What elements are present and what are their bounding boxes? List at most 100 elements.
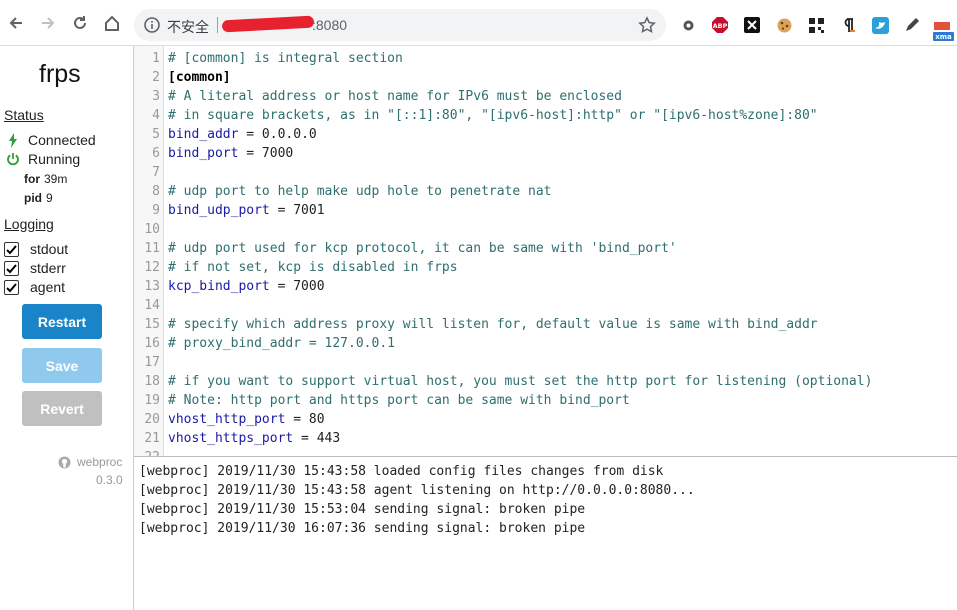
forward-button[interactable] — [37, 12, 59, 34]
bookmark-star-icon[interactable] — [638, 16, 656, 34]
github-icon — [58, 456, 71, 468]
config-comment: # if you want to support virtual host, y… — [168, 374, 873, 389]
code-line[interactable]: 3 # A literal address or host name for IP… — [134, 87, 957, 106]
config-comment: # udp port used for kcp protocol, it can… — [168, 241, 677, 256]
xma-extension-icon[interactable]: xma — [932, 20, 954, 42]
revert-button[interactable]: Revert — [22, 391, 102, 426]
code-line[interactable]: 6 bind_port = 7000 — [134, 144, 957, 163]
stdout-label: stdout — [30, 241, 69, 257]
uptime-row: for 39m — [24, 172, 67, 186]
code-line[interactable]: 8 # udp port to help make udp hole to pen… — [134, 182, 957, 201]
x-extension-icon[interactable] — [743, 16, 761, 34]
connected-label: Connected — [28, 132, 96, 148]
pen-icon[interactable] — [903, 16, 921, 34]
line-number: 21 — [144, 431, 160, 446]
config-entry: vhost_https_port = 443 — [168, 429, 340, 448]
line-number: 1 — [152, 51, 160, 66]
uptime-value: 39m — [44, 172, 68, 186]
log-line: [webproc] 2019/11/30 16:07:36 sending si… — [139, 521, 586, 536]
code-line[interactable]: 9 bind_udp_port = 7001 — [134, 201, 957, 220]
webproc-link[interactable]: webproc — [58, 455, 122, 469]
stderr-checkbox[interactable] — [4, 260, 19, 276]
config-comment: # Note: http port and https port can be … — [168, 393, 630, 408]
pid-value: 9 — [46, 191, 53, 205]
code-line[interactable]: 13 kcp_bind_port = 7000 — [134, 277, 957, 296]
code-line[interactable]: 19 # Note: http port and https port can b… — [134, 391, 957, 410]
code-line[interactable]: 5 bind_addr = 0.0.0.0 — [134, 125, 957, 144]
config-value: = 443 — [293, 431, 341, 446]
code-line[interactable]: 12 # if not set, kcp is disabled in frps — [134, 258, 957, 277]
code-line[interactable]: 2 [common] — [134, 68, 957, 87]
log-output: [webproc] 2019/11/30 15:43:58 loaded con… — [134, 456, 957, 610]
line-number: 6 — [152, 146, 160, 161]
cookie-icon[interactable] — [775, 16, 793, 34]
info-icon[interactable] — [143, 16, 161, 34]
address-bar[interactable]: 不安全 :8080 — [134, 9, 666, 41]
status-heading: Status — [4, 107, 44, 123]
config-comment: # in square brackets, as in "[::1]:80", … — [168, 108, 818, 123]
qr-code-icon[interactable] — [807, 16, 825, 34]
home-button[interactable] — [101, 12, 123, 34]
settings-extension-icon[interactable] — [679, 16, 697, 34]
log-line: [webproc] 2019/11/30 15:53:04 sending si… — [139, 502, 586, 517]
line-number: 10 — [144, 222, 160, 237]
checkmark-icon — [6, 244, 17, 254]
code-line[interactable]: 14 — [134, 296, 957, 315]
config-entry: kcp_bind_port = 7000 — [168, 277, 325, 296]
line-number: 3 — [152, 89, 160, 104]
url-port: :8080 — [312, 17, 348, 33]
config-comment: # A literal address or host name for IPv… — [168, 89, 622, 104]
bird-extension-icon[interactable] — [871, 16, 889, 34]
agent-checkbox[interactable] — [4, 279, 19, 295]
webproc-name: webproc — [77, 455, 123, 469]
config-value: = 80 — [285, 412, 325, 427]
code-line[interactable]: 10 — [134, 220, 957, 239]
config-entry: bind_udp_port = 7001 — [168, 201, 325, 220]
app-logo: frps — [39, 60, 81, 88]
config-key: bind_port — [168, 146, 239, 161]
config-comment: # specify which address proxy will liste… — [168, 317, 818, 332]
line-number: 4 — [152, 108, 160, 123]
forward-arrow-icon — [42, 17, 55, 29]
agent-checkbox-row[interactable]: agent — [4, 279, 65, 295]
code-line[interactable]: 11 # udp port used for kcp protocol, it c… — [134, 239, 957, 258]
line-number: 15 — [144, 317, 160, 332]
stdout-checkbox[interactable] — [4, 241, 19, 257]
config-editor[interactable]: 1 # [common] is integral section 2 [common]… — [134, 46, 957, 456]
stderr-checkbox-row[interactable]: stderr — [4, 260, 66, 276]
adblock-plus-icon[interactable]: ABP — [711, 16, 729, 34]
code-line[interactable]: 17 — [134, 353, 957, 372]
config-key: vhost_http_port — [168, 412, 286, 427]
code-line[interactable]: 22 — [134, 448, 957, 456]
config-entry: bind_addr = 0.0.0.0 — [168, 125, 317, 144]
code-line[interactable]: 18 # if you want to support virtual host,… — [134, 372, 957, 391]
config-key: bind_udp_port — [168, 203, 270, 218]
code-line[interactable]: 15 # specify which address proxy will lis… — [134, 315, 957, 334]
code-line[interactable]: 1 # [common] is integral section — [134, 49, 957, 68]
back-arrow-icon — [9, 17, 22, 29]
code-line[interactable]: 16 # proxy_bind_addr = 127.0.0.1 — [134, 334, 957, 353]
config-comment: # proxy_bind_addr = 127.0.0.1 — [168, 336, 395, 351]
back-button[interactable] — [5, 12, 27, 34]
home-icon — [105, 15, 119, 31]
insecure-label: 不安全 — [167, 19, 209, 35]
code-line[interactable]: 7 — [134, 163, 957, 182]
line-number: 9 — [152, 203, 160, 218]
config-entry: bind_port = 7000 — [168, 144, 293, 163]
log-line: [webproc] 2019/11/30 15:43:58 loaded con… — [139, 464, 664, 479]
line-number: 5 — [152, 127, 160, 142]
restart-button[interactable]: Restart — [22, 304, 102, 339]
save-button[interactable]: Save — [22, 348, 102, 383]
code-line[interactable]: 21 vhost_https_port = 443 — [134, 429, 957, 448]
config-comment: # if not set, kcp is disabled in frps — [168, 260, 458, 275]
svg-text:xma: xma — [935, 33, 952, 41]
line-number: 8 — [152, 184, 160, 199]
code-line[interactable]: 4 # in square brackets, as in "[::1]:80",… — [134, 106, 957, 125]
paragraph-extension-icon[interactable] — [839, 16, 857, 34]
stdout-checkbox-row[interactable]: stdout — [4, 241, 68, 257]
adblock-label: ABP — [713, 22, 728, 30]
config-comment: # udp port to help make udp hole to pene… — [168, 184, 552, 199]
config-entry: vhost_http_port = 80 — [168, 410, 325, 429]
code-line[interactable]: 20 vhost_http_port = 80 — [134, 410, 957, 429]
reload-button[interactable] — [69, 12, 91, 34]
